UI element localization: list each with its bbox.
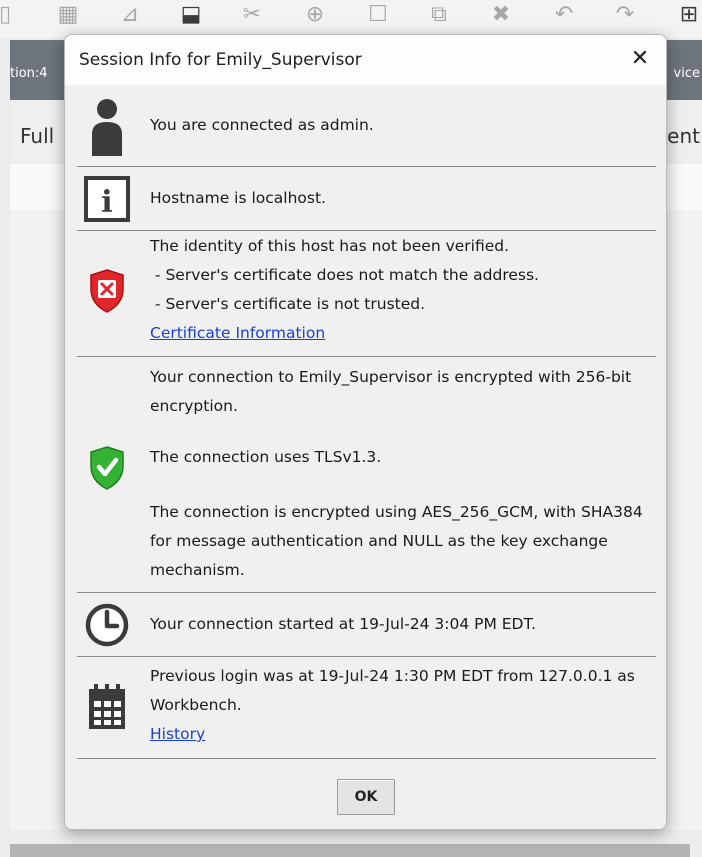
- duplicate-icon[interactable]: ⧉: [426, 2, 452, 28]
- certificate-address-mismatch-text: - Server's certificate does not match th…: [150, 266, 539, 284]
- identity-warning-text: The identity of this host has not been v…: [150, 237, 510, 255]
- section-user: You are connected as admin.: [77, 85, 656, 167]
- undo-icon[interactable]: ↶: [551, 2, 577, 28]
- background-header-left-text: tion:4: [10, 66, 48, 81]
- toolbar: ▯ ▦ ⊿ ⬓ ✂ ⊕ ☐ ⧉ ✖ ↶ ↷ ⊞: [0, 0, 702, 38]
- certificate-not-trusted-text: - Server's certificate is not trusted.: [150, 295, 426, 313]
- encryption-strength-text: Your connection to Emily_Supervisor is e…: [150, 368, 632, 415]
- previous-login-text-block: Previous login was at 19-Jul-24 1:30 PM …: [150, 662, 652, 749]
- section-previous-login: Previous login was at 19-Jul-24 1:30 PM …: [77, 657, 656, 759]
- toolbar-table-icon[interactable]: ▦: [55, 2, 81, 28]
- toolbar-button-icon[interactable]: ▯: [0, 2, 18, 28]
- background-subbar-right-text: ent: [667, 124, 700, 148]
- info-icon: i: [77, 175, 137, 223]
- background-scrollbar[interactable]: [10, 844, 690, 857]
- paste-icon[interactable]: ☐: [365, 2, 391, 28]
- toolbar-chart-icon[interactable]: ⊿: [117, 2, 143, 28]
- encryption-text-block: Your connection to Emily_Supervisor is e…: [150, 363, 652, 585]
- history-link[interactable]: History: [150, 725, 205, 743]
- copy-icon[interactable]: ⊕: [302, 2, 328, 28]
- shield-check-icon: [77, 443, 137, 493]
- section-host: i Hostname is localhost.: [77, 167, 656, 231]
- user-text-block: You are connected as admin.: [150, 111, 652, 140]
- scissors-icon[interactable]: ✂: [239, 2, 265, 28]
- calendar-icon: [77, 679, 137, 735]
- background-header-right-text: vice: [673, 66, 700, 81]
- previous-login-text: Previous login was at 19-Jul-24 1:30 PM …: [150, 667, 635, 714]
- close-icon[interactable]: ✕: [626, 45, 654, 73]
- dialog-title: Session Info for Emily_Supervisor: [79, 50, 362, 70]
- tls-version-text: The connection uses TLSv1.3.: [150, 448, 382, 466]
- dialog-titlebar[interactable]: Session Info for Emily_Supervisor ✕: [65, 35, 666, 85]
- delete-icon[interactable]: ✖: [488, 2, 514, 28]
- session-info-sections: You are connected as admin. i Hostname i…: [77, 85, 656, 759]
- toolbar-add-icon[interactable]: ⊞: [676, 2, 702, 28]
- user-icon: [77, 95, 137, 159]
- section-connection-started: Your connection started at 19-Jul-24 3:0…: [77, 593, 656, 657]
- session-info-dialog: Session Info for Emily_Supervisor ✕ You …: [64, 34, 667, 830]
- identity-text-block: The identity of this host has not been v…: [150, 232, 652, 348]
- redo-icon[interactable]: ↷: [612, 2, 638, 28]
- cipher-details-text: The connection is encrypted using AES_25…: [150, 503, 643, 579]
- section-identity: The identity of this host has not been v…: [77, 231, 656, 357]
- hostname-text: Hostname is localhost.: [150, 189, 326, 207]
- background-subbar-left-text: Full: [20, 124, 55, 148]
- svg-text:i: i: [101, 185, 112, 220]
- shield-error-icon: [77, 259, 137, 323]
- host-text-block: Hostname is localhost.: [150, 184, 652, 213]
- certificate-information-link[interactable]: Certificate Information: [150, 324, 325, 342]
- clock-icon: [77, 601, 137, 649]
- connection-started-text-block: Your connection started at 19-Jul-24 3:0…: [150, 610, 652, 639]
- connected-as-text: You are connected as admin.: [150, 116, 374, 134]
- toolbar-export-icon[interactable]: ⬓: [178, 2, 204, 28]
- ok-button[interactable]: OK: [337, 779, 395, 815]
- section-encryption: Your connection to Emily_Supervisor is e…: [77, 357, 656, 593]
- connection-started-text: Your connection started at 19-Jul-24 3:0…: [150, 615, 537, 633]
